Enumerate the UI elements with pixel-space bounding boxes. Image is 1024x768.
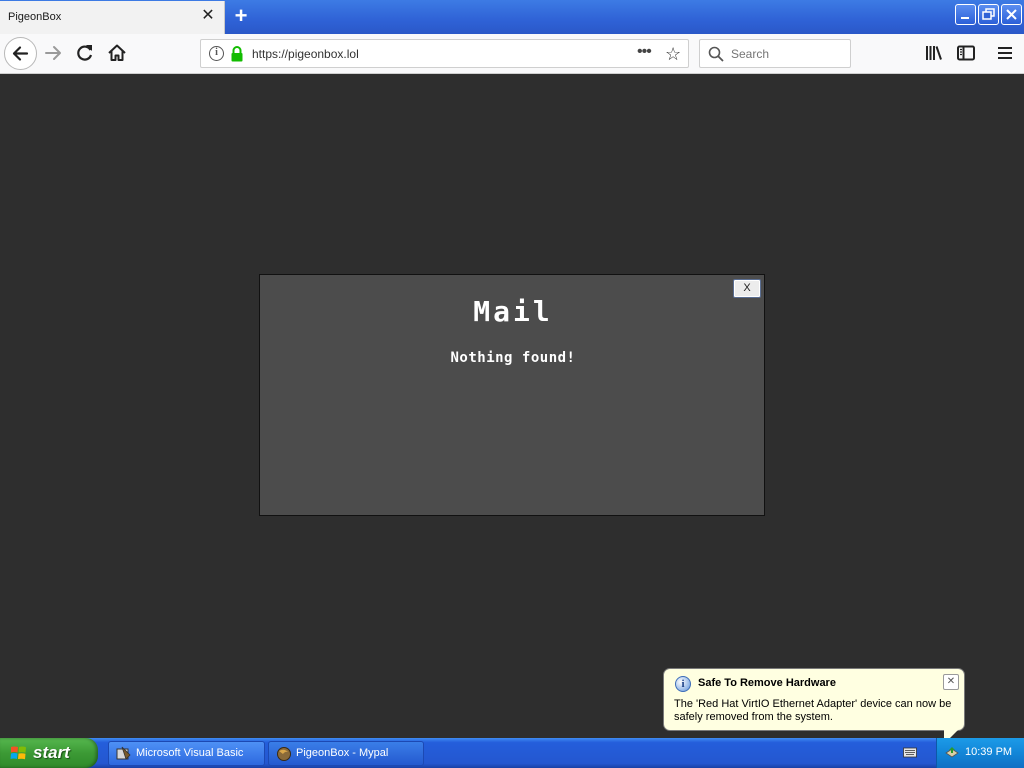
back-button[interactable]	[4, 37, 37, 70]
library-icon	[926, 46, 942, 60]
system-tray: 10:39 PM	[936, 738, 1024, 768]
minimize-button[interactable]	[955, 4, 976, 25]
forward-arrow-icon	[45, 46, 61, 60]
visual-basic-icon	[116, 746, 131, 760]
windows-logo-icon	[10, 746, 26, 760]
notification-balloon[interactable]: i Safe To Remove Hardware ✕ The 'Red Hat…	[663, 668, 965, 744]
system-clock[interactable]: 10:39 PM	[965, 746, 1012, 758]
tab-close-icon[interactable]: ✕	[200, 8, 216, 24]
search-input[interactable]	[731, 47, 846, 61]
taskbar: start Microsoft Visual Basic PigeonBox -…	[0, 738, 1024, 768]
hamburger-menu-icon	[998, 47, 1012, 59]
library-button[interactable]	[921, 40, 947, 66]
new-tab-button[interactable]: +	[230, 5, 252, 27]
minimize-icon	[961, 17, 969, 19]
task-microsoft-visual-basic[interactable]: Microsoft Visual Basic	[108, 741, 265, 766]
sidebar-icon	[957, 45, 975, 61]
reload-button[interactable]	[72, 40, 98, 66]
url-text[interactable]: https://pigeonbox.lol	[252, 47, 359, 61]
info-icon: i	[675, 676, 691, 692]
reload-icon	[77, 45, 93, 61]
home-button[interactable]	[104, 40, 130, 66]
task-label: Microsoft Visual Basic	[136, 747, 244, 759]
start-label: start	[33, 743, 70, 762]
search-bar[interactable]	[699, 39, 851, 68]
navigation-toolbar: i https://pigeonbox.lol ••• ☆	[0, 34, 1024, 74]
restore-button[interactable]	[978, 4, 999, 25]
home-icon	[108, 44, 126, 61]
close-icon	[1006, 9, 1017, 20]
safely-remove-hardware-icon[interactable]	[944, 744, 960, 760]
search-icon	[708, 46, 724, 62]
info-icon[interactable]: i	[209, 46, 224, 61]
browser-tab-strip: PigeonBox ✕ +	[0, 0, 1024, 34]
window-close-button[interactable]	[1001, 4, 1022, 25]
mail-dialog: X Mail Nothing found!	[259, 274, 765, 516]
mypal-browser-icon	[277, 747, 291, 761]
forward-button[interactable]	[41, 40, 67, 66]
balloon-message: The 'Red Hat VirtIO Ethernet Adapter' de…	[674, 698, 952, 723]
task-pigeonbox-mypal[interactable]: PigeonBox - Mypal	[268, 741, 424, 766]
page-actions-icon[interactable]: •••	[637, 43, 652, 61]
balloon-close-icon[interactable]: ✕	[943, 674, 959, 690]
lock-icon[interactable]	[230, 46, 244, 62]
bookmark-star-icon[interactable]: ☆	[665, 44, 681, 65]
url-bar[interactable]: i https://pigeonbox.lol ••• ☆	[200, 39, 689, 68]
keyboard-icon[interactable]	[903, 746, 917, 758]
open-menu-button[interactable]	[992, 40, 1018, 66]
start-button[interactable]: start	[0, 738, 98, 768]
empty-mail-message: Nothing found!	[450, 350, 576, 366]
balloon-title: Safe To Remove Hardware	[698, 677, 836, 689]
tab-pigeonbox[interactable]: PigeonBox ✕	[0, 1, 225, 34]
back-arrow-icon	[12, 46, 29, 61]
tab-title: PigeonBox	[8, 11, 62, 23]
dialog-title: Mail	[473, 295, 553, 328]
sidebar-button[interactable]	[953, 40, 979, 66]
restore-icon	[982, 8, 995, 20]
task-label: PigeonBox - Mypal	[296, 747, 389, 759]
page-content: X Mail Nothing found!	[0, 75, 1024, 738]
